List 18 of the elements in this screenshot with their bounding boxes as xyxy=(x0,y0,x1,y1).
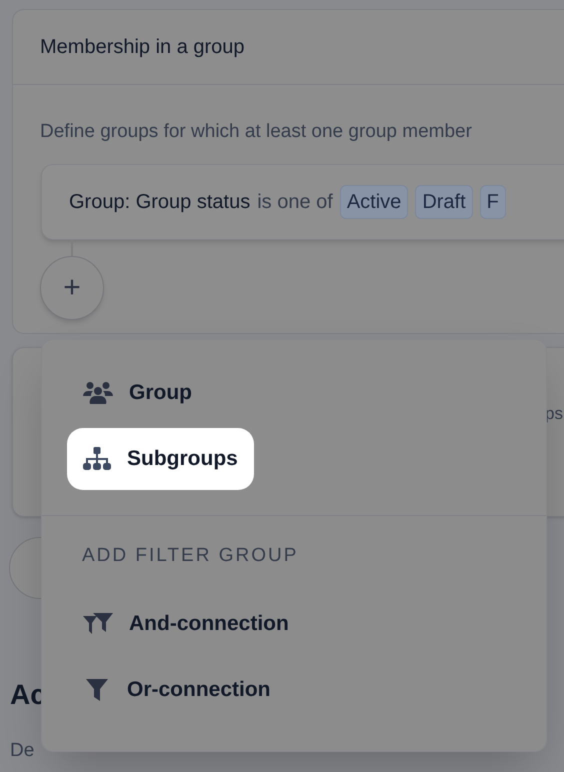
funnel-icon xyxy=(83,678,111,700)
value-tag: Draft xyxy=(415,184,473,218)
card-title: Membership in a group xyxy=(40,35,245,60)
value-tag: Active xyxy=(340,184,408,218)
card-description: Define groups for which at least one group member xyxy=(40,120,473,144)
condition-field: Group: Group status xyxy=(69,186,250,216)
users-icon xyxy=(83,381,113,405)
menu-item[interactable]: Or-connection xyxy=(67,658,287,720)
add-button[interactable]: + xyxy=(40,256,104,320)
funnels-icon xyxy=(83,612,113,634)
value-tag: F xyxy=(480,184,506,218)
condition-operator: is one of xyxy=(257,190,333,214)
menu-item[interactable]: Subgroups xyxy=(67,428,254,490)
section-description: De xyxy=(10,739,34,763)
menu-item[interactable]: Group xyxy=(67,362,208,424)
menu-item[interactable]: And-connection xyxy=(67,592,305,654)
menu-section-header: ADD FILTER GROUP xyxy=(82,544,300,568)
sitemap-icon xyxy=(83,447,111,471)
